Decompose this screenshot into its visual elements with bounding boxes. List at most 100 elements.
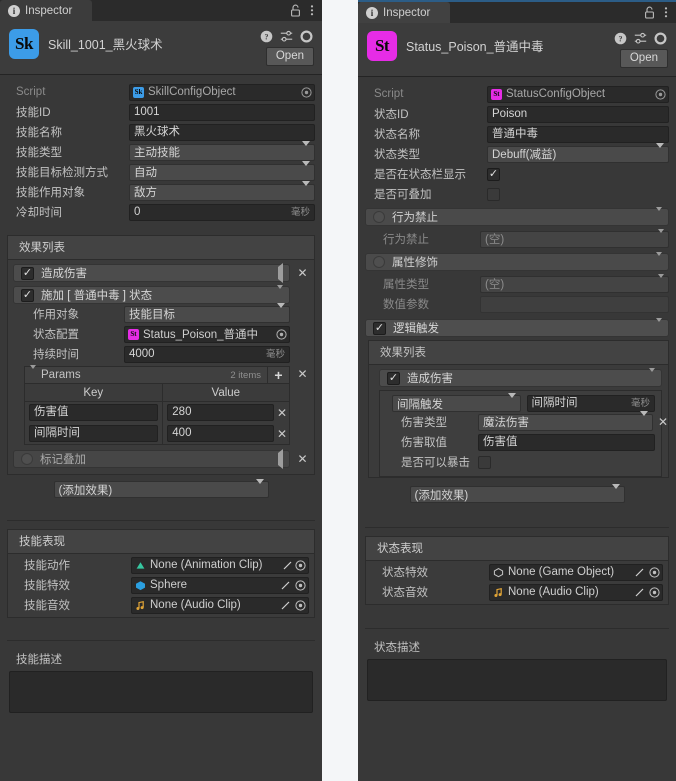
preset-icon[interactable] <box>634 32 647 45</box>
attribute-type-dropdown[interactable]: (空) <box>480 274 669 293</box>
damage-type-dropdown[interactable]: 魔法伤害 <box>478 411 653 431</box>
remove-effect-damage-button[interactable]: ✕ <box>296 266 309 280</box>
script-object-field[interactable]: Sk SkillConfigObject <box>129 83 315 101</box>
object-picker-icon[interactable] <box>295 559 306 571</box>
duration-input[interactable]: 4000 毫秒 <box>124 345 290 363</box>
params-header[interactable]: Params 2 items + <box>25 365 289 384</box>
lock-icon[interactable] <box>644 6 655 19</box>
skill-animation-object-field[interactable]: None (Animation Clip) <box>131 556 309 574</box>
skill-type-dropdown[interactable]: 主动技能 <box>129 141 315 161</box>
module-logic-trigger-checkbox[interactable]: ✓ <box>373 321 386 335</box>
logic-effect-damage-header[interactable]: ✓ 造成伤害 <box>379 368 662 387</box>
numeric-param-input[interactable] <box>480 295 669 313</box>
preset-icon[interactable] <box>280 30 293 43</box>
object-picker-icon[interactable] <box>655 88 666 100</box>
module-logic-trigger-header[interactable]: ✓ 逻辑触发 <box>365 318 669 337</box>
interval-input[interactable]: 间隔时间 毫秒 <box>526 395 655 412</box>
edit-pencil-icon[interactable] <box>634 567 645 578</box>
edit-pencil-icon[interactable] <box>282 560 293 571</box>
chevron-down-icon[interactable] <box>656 318 662 334</box>
logic-effect-damage-checkbox[interactable]: ✓ <box>387 371 400 385</box>
apply-target-dropdown[interactable]: 技能目标 <box>124 303 290 323</box>
trigger-mode-dropdown[interactable]: 间隔触发 <box>392 392 521 412</box>
add-effect-dropdown[interactable]: (添加效果) <box>53 478 269 498</box>
chevron-left-icon[interactable] <box>278 263 283 283</box>
lock-icon[interactable] <box>290 4 301 17</box>
chevron-down-icon[interactable] <box>277 285 283 301</box>
target-dropdown[interactable]: 敌方 <box>129 181 315 201</box>
help-icon[interactable]: ? <box>614 32 627 45</box>
remove-param-button[interactable]: ✕ <box>277 407 287 419</box>
show-in-status-bar-checkbox[interactable]: ✓ <box>487 167 500 181</box>
object-picker-icon[interactable] <box>649 586 660 598</box>
module-attribute-modifier-header[interactable]: 属性修饰 <box>365 252 669 271</box>
tab-inspector-left[interactable]: i Inspector <box>0 0 92 21</box>
status-type-dropdown[interactable]: Debuff(减益) <box>487 143 669 163</box>
chevron-down-icon[interactable] <box>656 252 662 268</box>
object-picker-icon[interactable] <box>649 566 660 578</box>
skill-name-input[interactable]: 黑火球术 <box>129 123 315 141</box>
stackable-checkbox[interactable] <box>487 187 500 201</box>
open-button[interactable]: Open <box>265 47 314 66</box>
effect-damage-checkbox[interactable]: ✓ <box>21 266 34 280</box>
module-behavior-ban-header[interactable]: 行为禁止 <box>365 207 669 226</box>
module-behavior-ban-checkbox[interactable] <box>373 211 385 223</box>
add-effect-dropdown[interactable]: (添加效果) <box>409 483 625 503</box>
edit-pencil-icon[interactable] <box>280 580 291 591</box>
kebab-menu-icon[interactable] <box>664 6 668 19</box>
status-config-object-field[interactable]: St Status_Poison_普通中 <box>124 325 290 343</box>
effect-status-checkbox[interactable]: ✓ <box>21 288 34 302</box>
field-label: 技能音效 <box>24 600 70 612</box>
status-name-input[interactable]: 普通中毒 <box>487 125 669 143</box>
add-param-button[interactable]: + <box>267 366 289 384</box>
param-key-input[interactable]: 伤害值 <box>29 404 159 421</box>
kebab-menu-icon[interactable] <box>310 4 314 17</box>
object-picker-icon[interactable] <box>295 579 306 591</box>
script-object-field[interactable]: St StatusConfigObject <box>487 85 669 103</box>
remove-logic-effect-button[interactable]: ✕ <box>655 415 671 429</box>
gear-icon[interactable] <box>654 32 667 45</box>
tab-inspector-right[interactable]: i Inspector <box>358 2 450 23</box>
module-attribute-modifier-checkbox[interactable] <box>373 256 385 268</box>
effect-status-header[interactable]: ✓ 施加 [ 普通中毒 ] 状态 <box>13 285 290 304</box>
param-value-input[interactable]: 400 <box>167 425 274 442</box>
param-value-input[interactable]: 280 <box>167 404 274 421</box>
object-picker-icon[interactable] <box>295 599 306 611</box>
effect-damage-header[interactable]: ✓ 造成伤害 <box>13 263 290 283</box>
chevron-down-icon <box>277 303 285 320</box>
cooldown-input[interactable]: 0 毫秒 <box>129 203 315 221</box>
remove-effect-mark-button[interactable]: ✕ <box>296 452 309 466</box>
edit-pencil-icon[interactable] <box>280 600 291 611</box>
skill-vfx-object-field[interactable]: Sphere <box>131 576 309 594</box>
chevron-down-icon[interactable] <box>656 207 662 223</box>
effect-mark-header[interactable]: 标记叠加 <box>13 449 290 469</box>
effect-mark-checkbox[interactable] <box>21 453 33 465</box>
gear-icon[interactable] <box>300 30 313 43</box>
damage-source-input[interactable]: 伤害值 <box>478 433 655 451</box>
help-icon[interactable]: ? <box>260 30 273 43</box>
effect-list-title: 效果列表 <box>8 236 314 260</box>
chevron-down-icon[interactable] <box>649 368 655 384</box>
chevron-left-icon[interactable] <box>278 449 283 469</box>
can-crit-checkbox[interactable] <box>478 455 491 469</box>
status-sfx-object-field[interactable]: None (Audio Clip) <box>489 583 663 601</box>
edit-pencil-icon[interactable] <box>634 587 645 598</box>
remove-effect-status-button[interactable]: ✕ <box>296 367 309 381</box>
status-vfx-object-field[interactable]: None (Game Object) <box>489 563 663 581</box>
status-description-textarea[interactable] <box>367 659 667 701</box>
object-picker-icon[interactable] <box>276 328 287 340</box>
chevron-down-icon[interactable] <box>30 365 36 381</box>
behavior-ban-dropdown[interactable]: (空) <box>480 229 669 248</box>
status-id-input[interactable]: Poison <box>487 105 669 123</box>
open-button[interactable]: Open <box>619 49 668 68</box>
skill-description-textarea[interactable] <box>9 671 313 713</box>
skill-id-input[interactable]: 1001 <box>129 103 315 121</box>
field-skill-vfx: 技能特效 Sphere <box>8 575 314 595</box>
param-key-input[interactable]: 间隔时间 <box>29 425 159 442</box>
detect-mode-dropdown[interactable]: 自动 <box>129 161 315 181</box>
object-picker-icon[interactable] <box>301 86 312 98</box>
tab-label: Inspector <box>383 6 431 19</box>
field-label: 数值参数 <box>383 299 429 311</box>
remove-param-button[interactable]: ✕ <box>277 428 287 440</box>
skill-sfx-object-field[interactable]: None (Audio Clip) <box>131 596 309 614</box>
